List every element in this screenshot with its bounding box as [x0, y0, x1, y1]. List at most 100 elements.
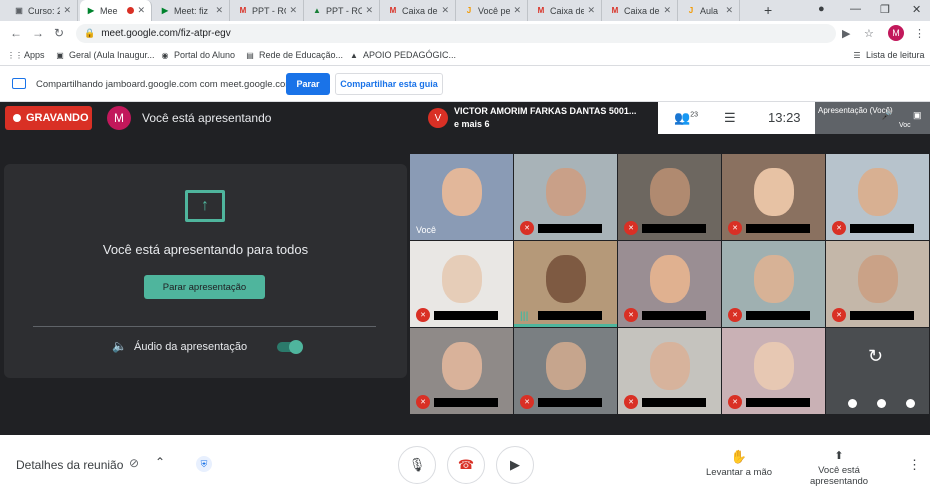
- drive-icon: ▲: [350, 50, 358, 60]
- tab-9[interactable]: M Caixa de ✕: [604, 0, 678, 21]
- close-tab-icon[interactable]: ✕: [63, 5, 71, 16]
- stop-presenting-button[interactable]: Parar apresentação: [144, 275, 265, 299]
- url-text: meet.google.com/fiz-atpr-egv: [101, 28, 231, 39]
- portal-icon: ◉: [161, 50, 169, 60]
- participant-tile[interactable]: ↻: [826, 328, 929, 414]
- people-icon: 👥: [674, 110, 691, 125]
- gmail-icon: M: [537, 6, 545, 15]
- present-now-button[interactable]: ⬆ Você está apresentando: [788, 449, 890, 487]
- close-tab-icon[interactable]: ✕: [441, 5, 449, 16]
- participant-video: [650, 342, 690, 390]
- camera-icon[interactable]: ▶: [842, 27, 850, 40]
- host-controls-icon[interactable]: ⛨: [196, 456, 212, 472]
- meeting-controls-bar: Detalhes da reunião ⊘ ⌃ ⛨ 🎙 ☎ ▶ ✋ Levanta…: [0, 435, 930, 494]
- reading-list[interactable]: ☰ Lista de leitura: [852, 50, 924, 60]
- recording-badge: GRAVANDO: [5, 106, 92, 130]
- stop-sharing-button[interactable]: Parar: [286, 73, 330, 95]
- meeting-toolbar-top: 👥23 ☰ 13:23: [658, 102, 815, 134]
- restore-icon[interactable]: ❐: [880, 3, 890, 16]
- raise-hand-button[interactable]: ✋ Levantar a mão: [706, 449, 772, 478]
- participant-tile[interactable]: ✕: [514, 154, 617, 240]
- mic-icon[interactable]: 🎤: [881, 110, 892, 121]
- record-dot-icon: [13, 114, 21, 122]
- jamboard-icon: J: [688, 6, 694, 15]
- chevron-up-icon[interactable]: ⌃: [155, 455, 165, 469]
- tab-label: Caixa de: [402, 5, 438, 16]
- pin-icon[interactable]: ▣: [913, 110, 922, 121]
- participant-tile[interactable]: ✕: [722, 241, 825, 327]
- participant-tile[interactable]: ✕: [618, 154, 721, 240]
- participant-tile[interactable]: ✕: [410, 241, 513, 327]
- url-input[interactable]: 🔒 meet.google.com/fiz-atpr-egv: [76, 24, 836, 43]
- more-options-icon[interactable]: ⋮: [908, 457, 921, 473]
- bookmark-star-icon[interactable]: ☆: [864, 27, 874, 40]
- tab-1[interactable]: ▣ Curso: 2 ✕: [8, 0, 78, 21]
- people-button[interactable]: 👥23: [674, 110, 698, 126]
- participant-tile[interactable]: ✕: [410, 328, 513, 414]
- tab-8[interactable]: M Caixa de ✕: [530, 0, 602, 21]
- loading-spinner-icon: ↻: [868, 346, 884, 366]
- tab-4[interactable]: M PPT - RO✕: [232, 0, 304, 21]
- close-tab-icon[interactable]: ✕: [289, 5, 297, 16]
- minimize-icon[interactable]: —: [850, 3, 861, 15]
- tab-7[interactable]: J Você pe ✕: [458, 0, 528, 21]
- meet-window: ▣Curso: 2✕▶Mee✕▶Meet: fiz✕MPPT - RO✕▲PPT…: [0, 0, 930, 494]
- participant-tile[interactable]: ✕: [826, 154, 929, 240]
- participant-tile[interactable]: ✕: [514, 328, 617, 414]
- participant-video: [546, 168, 586, 216]
- close-window-icon[interactable]: ✕: [912, 3, 921, 16]
- participant-tile[interactable]: ✕: [618, 328, 721, 414]
- close-tab-icon[interactable]: ✕: [513, 5, 521, 16]
- close-tab-icon[interactable]: ✕: [137, 5, 145, 16]
- microphone-icon: 🎙: [408, 457, 426, 472]
- tab-10[interactable]: J Aula ✕: [680, 0, 740, 21]
- tab-5[interactable]: ▲ PPT - RO ✕: [306, 0, 380, 21]
- participant-tile[interactable]: |||: [514, 241, 617, 327]
- close-tab-icon[interactable]: ✕: [725, 5, 733, 16]
- bookmark-1[interactable]: ⋮⋮ Apps: [7, 50, 45, 60]
- meet-icon: ▶: [87, 6, 95, 15]
- bookmark-5[interactable]: ▲ APOIO PEDAGÓGIC...: [349, 50, 456, 60]
- participant-tile[interactable]: Você: [410, 154, 513, 240]
- host-info: V VICTOR AMORIM FARKAS DANTAS 5001... e …: [422, 102, 658, 134]
- participant-video: [754, 342, 794, 390]
- bookmark-2[interactable]: ▣ Geral (Aula Inaugur...: [55, 50, 154, 60]
- tab-6[interactable]: M Caixa de ✕: [382, 0, 456, 21]
- mic-muted-icon: ✕: [520, 395, 534, 409]
- leave-call-button[interactable]: ☎: [447, 446, 485, 484]
- close-tab-icon[interactable]: ✕: [587, 5, 595, 16]
- self-presentation-tile[interactable]: Apresentação (Você) 🎤 Voc ▣: [815, 102, 930, 134]
- tab-label: PPT - RO: [326, 5, 363, 16]
- presentation-audio-toggle[interactable]: [277, 340, 303, 354]
- tab-2[interactable]: ▶ Mee ✕: [80, 0, 152, 21]
- participant-tile[interactable]: ✕: [722, 154, 825, 240]
- close-tab-icon[interactable]: ✕: [663, 5, 671, 16]
- forward-icon[interactable]: →: [32, 26, 44, 40]
- sharing-notification-bar: Compartilhando jamboard.google.com com m…: [0, 66, 930, 102]
- close-tab-icon[interactable]: ✕: [365, 5, 373, 16]
- profile-avatar[interactable]: M: [888, 25, 904, 41]
- rede-icon: ▤: [246, 50, 254, 60]
- share-this-tab-button[interactable]: Compartilhar esta guia: [335, 73, 443, 95]
- camera-button[interactable]: ▶: [496, 446, 534, 484]
- browser-menu-icon[interactable]: ⋮: [914, 27, 925, 40]
- back-icon[interactable]: ←: [10, 26, 22, 40]
- tab-search-icon[interactable]: ●: [818, 3, 825, 15]
- participant-tile[interactable]: ✕: [618, 241, 721, 327]
- participant-tile[interactable]: ✕: [826, 241, 929, 327]
- tab-3[interactable]: ▶ Meet: fiz ✕: [154, 0, 230, 21]
- close-tab-icon[interactable]: ✕: [215, 5, 223, 16]
- meeting-details-button[interactable]: Detalhes da reunião: [16, 458, 123, 472]
- name-redacted: [538, 311, 602, 320]
- participant-tile[interactable]: ✕: [722, 328, 825, 414]
- bookmark-3[interactable]: ◉ Portal do Aluno: [160, 50, 236, 60]
- microphone-button[interactable]: 🎙: [398, 446, 436, 484]
- mic-muted-icon: ✕: [624, 221, 638, 235]
- bookmark-4[interactable]: ▤ Rede de Educação...: [245, 50, 343, 60]
- reload-icon[interactable]: ↻: [54, 26, 64, 40]
- bookmark-label: Rede de Educação...: [259, 50, 344, 60]
- chat-icon[interactable]: ☰: [724, 110, 736, 126]
- new-tab-icon[interactable]: +: [764, 2, 772, 18]
- speaking-indicator-icon: |||: [520, 311, 529, 322]
- paperclip-icon[interactable]: ⊘: [129, 456, 139, 470]
